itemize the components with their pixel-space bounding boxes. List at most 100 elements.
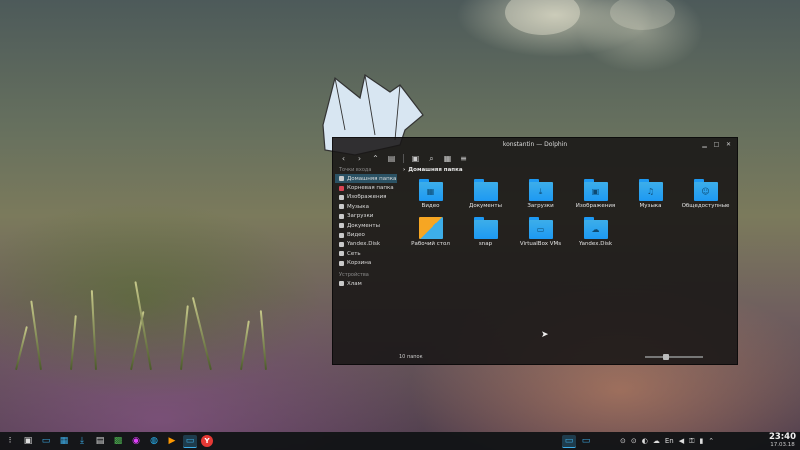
folder-label: Загрузки [527, 203, 554, 209]
folder-item[interactable]: ⤓ Загрузки [513, 179, 568, 209]
sidebar-item-documents[interactable]: Документы [335, 221, 397, 230]
dolphin-launcher-icon[interactable]: ▭ [39, 435, 53, 448]
system-monitor-icon[interactable]: ▩ [111, 435, 125, 448]
folder-icon: ☁ [583, 217, 608, 239]
sidebar-item-label: Сеть [347, 250, 361, 257]
folder-label: Видео [421, 203, 440, 209]
root-folder-icon [339, 185, 344, 191]
devices-section-header: Устройства [339, 271, 369, 278]
volume-icon[interactable]: ◀ [679, 437, 684, 445]
yandex-browser-icon[interactable]: Y [201, 435, 213, 447]
home-icon [339, 176, 344, 182]
forward-arrow-icon[interactable]: › [353, 153, 366, 165]
sidebar-item-home[interactable]: Домашняя папка [335, 174, 397, 184]
folder-label: snap [478, 241, 493, 247]
folder-label: Yandex.Disk [578, 241, 613, 247]
sidebar-item-downloads[interactable]: Загрузки [335, 212, 397, 221]
window-title: konstantin — Dolphin [502, 141, 568, 148]
close-button[interactable]: ✕ [724, 140, 733, 148]
dolphin-window[interactable]: konstantin — Dolphin ▁ □ ✕ ‹ › ⌃ ▤ ▣ ⌕ ▦… [332, 137, 738, 365]
keyboard-layout-indicator[interactable]: En [665, 437, 674, 445]
drive-icon [339, 281, 344, 287]
folder-icon: ♫ [638, 179, 663, 201]
breadcrumb-current[interactable]: Домашняя папка [408, 167, 462, 173]
zoom-slider-handle[interactable] [663, 354, 670, 360]
title-bar[interactable]: konstantin — Dolphin ▁ □ ✕ [333, 138, 737, 151]
status-bar: 10 папок [399, 353, 733, 361]
tray-media-icon[interactable]: ⊙ [620, 437, 626, 445]
tray-update-icon[interactable]: ⊙ [631, 437, 637, 445]
downloads-icon[interactable]: ⤓ [75, 435, 89, 448]
tray-cloud-icon[interactable]: ☁ [653, 437, 660, 445]
toolbar-separator [403, 154, 404, 163]
view-mode-icon[interactable]: ▤ [385, 153, 398, 165]
running-window-1-icon[interactable]: ▭ [562, 434, 576, 448]
search-icon[interactable]: ⌕ [425, 153, 438, 165]
network-icon[interactable]: ⚿ [689, 437, 694, 446]
folder-item[interactable]: snap [458, 217, 513, 247]
sidebar-item-label: Хлам [347, 280, 362, 287]
folder-label: Изображения [575, 203, 616, 209]
desktop-folder-icon [418, 217, 443, 239]
mouse-cursor-icon: ➤ [541, 330, 549, 340]
sidebar-item-label: Изображения [347, 194, 387, 201]
task-manager-icon[interactable]: ▣ [21, 435, 35, 448]
system-tray: ⊙ ⊙ ◐ ☁ En ◀ ⚿ ▮ ⌃ [620, 437, 714, 446]
battery-icon[interactable]: ▮ [699, 437, 703, 445]
folder-item[interactable]: ▭ VirtualBox VMs [513, 217, 568, 247]
clock-time: 23:40 [768, 432, 796, 442]
zoom-slider[interactable] [645, 354, 703, 360]
folder-label: Рабочий стол [411, 241, 450, 247]
folder-item[interactable]: ☁ Yandex.Disk [568, 217, 623, 247]
places-section-header: Точки входа [339, 167, 372, 173]
folder-item[interactable]: ☺ Общедоступные [678, 179, 733, 209]
trash-icon [339, 260, 344, 266]
sidebar-item-pictures[interactable]: Изображения [335, 193, 397, 202]
minimize-button[interactable]: ▁ [700, 140, 709, 148]
hamburger-menu-icon[interactable]: ≡ [457, 153, 470, 165]
sidebar-item-network[interactable]: Сеть [335, 249, 397, 258]
sidebar-item-yandex-disk[interactable]: Yandex.Disk [335, 240, 397, 249]
dolphin-task-icon[interactable]: ▭ [183, 434, 197, 448]
folder-label: Документы [469, 203, 502, 209]
image-viewer-icon[interactable]: ▦ [57, 435, 71, 448]
folder-item[interactable]: Документы [458, 179, 513, 209]
sidebar-item-device[interactable]: Хлам [335, 279, 397, 288]
sidebar-item-label: Музыка [347, 203, 369, 210]
breadcrumb-separator: › [403, 166, 406, 173]
folder-item[interactable]: ▦ Видео [403, 179, 458, 209]
tray-display-icon[interactable]: ◐ [642, 437, 648, 445]
cloud-icon [339, 241, 344, 247]
back-arrow-icon[interactable]: ‹ [337, 153, 350, 165]
sidebar-item-trash[interactable]: Корзина [335, 259, 397, 268]
sidebar-item-music[interactable]: Музыка [335, 202, 397, 211]
sidebar-item-root[interactable]: Корневая папка [335, 183, 397, 192]
sidebar-item-videos[interactable]: Видео [335, 230, 397, 239]
clock[interactable]: 23:40 17.03.18 [768, 432, 796, 449]
app-launcher-icon[interactable]: ⁝ [3, 435, 17, 448]
image-icon[interactable]: ▦ [441, 153, 454, 165]
media-app-icon[interactable]: ◉ [129, 435, 143, 448]
file-view[interactable]: › Домашняя папка ▦ Видео Документы ⤓ Загру… [399, 165, 735, 352]
vlc-icon[interactable]: ▶ [165, 435, 179, 448]
image-icon [339, 194, 344, 200]
folder-icon [473, 179, 498, 201]
folder-item[interactable]: ♫ Музыка [623, 179, 678, 209]
taskbar: ⁝ ▣ ▭ ▦ ⤓ ▤ ▩ ◉ ◍ ▶ ▭ Y ▭ ▭ ⊙ ⊙ ◐ ☁ En ◀… [0, 432, 800, 450]
tray-expand-icon[interactable]: ⌃ [708, 437, 714, 445]
folder-count: 10 папок [399, 354, 423, 360]
running-window-2-icon[interactable]: ▭ [579, 435, 593, 448]
sidebar-item-label: Загрузки [347, 213, 374, 220]
browser-icon[interactable]: ◍ [147, 435, 161, 448]
maximize-button[interactable]: □ [712, 140, 721, 148]
folder-item[interactable]: ▣ Изображения [568, 179, 623, 209]
folder-icon [473, 217, 498, 239]
folder-icon: ▦ [418, 179, 443, 201]
text-editor-icon[interactable]: ▤ [93, 435, 107, 448]
sidebar-item-label: Видео [347, 232, 365, 239]
sidebar-item-label: Корзина [347, 260, 372, 267]
video-icon [339, 232, 344, 238]
preview-icon[interactable]: ▣ [409, 153, 422, 165]
folder-item[interactable]: Рабочий стол [403, 217, 458, 247]
up-arrow-icon[interactable]: ⌃ [369, 153, 382, 165]
